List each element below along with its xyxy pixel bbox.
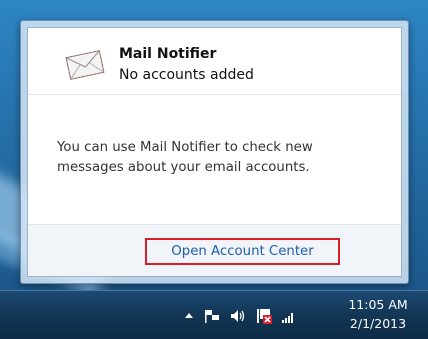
network-error-icon[interactable] — [255, 307, 273, 325]
flyout-header: Mail Notifier No accounts added — [28, 28, 401, 84]
envelope-icon — [65, 50, 105, 80]
flyout-content: Mail Notifier No accounts added You can … — [27, 27, 402, 277]
account-status: No accounts added — [119, 67, 254, 83]
action-center-flag-icon[interactable] — [203, 307, 221, 325]
volume-speaker-icon[interactable] — [229, 307, 247, 325]
app-title: Mail Notifier — [119, 46, 217, 62]
show-hidden-icons-chevron-icon[interactable] — [180, 307, 198, 325]
mail-notifier-flyout: Mail Notifier No accounts added You can … — [20, 20, 409, 284]
clock-date[interactable]: 2/1/2013 — [338, 316, 418, 331]
open-account-center-link[interactable]: Open Account Center — [145, 238, 340, 265]
wireless-signal-icon[interactable] — [280, 307, 298, 325]
header-divider — [28, 94, 401, 95]
clock-time[interactable]: 11:05 AM — [338, 297, 418, 312]
info-message: You can use Mail Notifier to check new m… — [57, 140, 313, 175]
flyout-footer: Open Account Center — [28, 224, 401, 276]
taskbar: 11:05 AM 2/1/2013 — [0, 290, 428, 339]
